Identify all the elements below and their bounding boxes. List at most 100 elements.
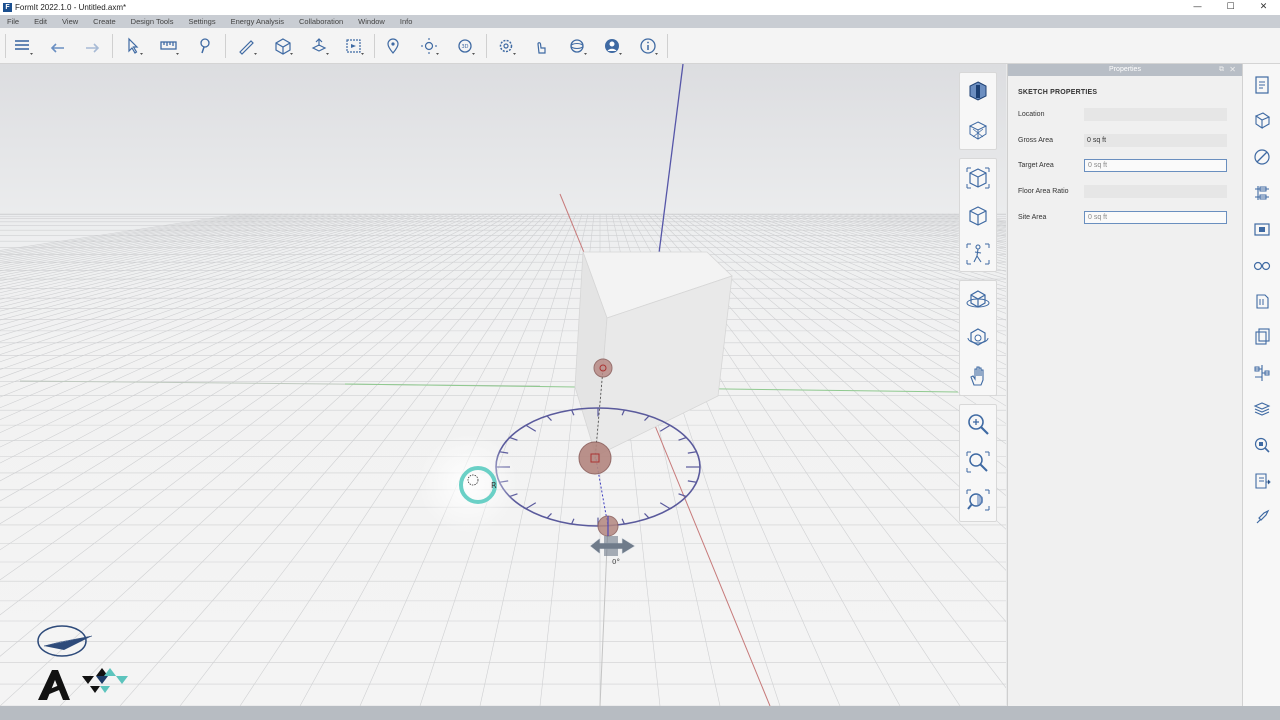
target-area-input[interactable]: 0 sq ft bbox=[1084, 159, 1227, 172]
select-icon bbox=[128, 37, 143, 55]
zoom-extents-button[interactable] bbox=[960, 443, 996, 481]
menu-collaboration[interactable]: Collaboration bbox=[299, 17, 343, 26]
zoom-button[interactable] bbox=[960, 405, 996, 443]
view-cube-panel bbox=[959, 72, 997, 150]
globe-icon bbox=[570, 39, 587, 55]
menu-file[interactable]: File bbox=[7, 17, 19, 26]
visual-styles-panel-button[interactable] bbox=[1251, 254, 1273, 276]
layers-button[interactable] bbox=[12, 36, 34, 56]
3d-viewport[interactable]: 0° R bbox=[0, 64, 1006, 706]
groups-panel-button[interactable] bbox=[1251, 326, 1273, 348]
sun-icon bbox=[421, 38, 439, 55]
materials-panel-button[interactable] bbox=[1251, 110, 1273, 132]
snap-label: R bbox=[491, 481, 497, 490]
stacked-layers-panel-button[interactable] bbox=[1251, 398, 1273, 420]
location-value bbox=[1084, 108, 1227, 121]
user-button[interactable] bbox=[601, 36, 623, 56]
site-area-input[interactable]: 0 sq ft bbox=[1084, 211, 1227, 224]
close-panel-button[interactable]: ✕ bbox=[1229, 64, 1236, 76]
property-label: Target Area bbox=[1018, 162, 1054, 169]
minimize-button[interactable]: — bbox=[1181, 0, 1214, 15]
svg-text:3D: 3D bbox=[462, 44, 469, 50]
measure-button[interactable] bbox=[158, 36, 180, 56]
info-button[interactable] bbox=[637, 36, 659, 56]
camera-icon bbox=[1254, 223, 1270, 236]
perspective-view-icon bbox=[966, 167, 990, 189]
touch-button[interactable] bbox=[530, 36, 552, 56]
cube-button[interactable] bbox=[272, 36, 294, 56]
components-icon bbox=[1256, 294, 1269, 309]
location-button[interactable] bbox=[382, 36, 404, 56]
floor-area-ratio-value bbox=[1084, 185, 1227, 198]
materials-icon bbox=[1254, 112, 1271, 130]
location-pin-icon bbox=[387, 38, 399, 54]
maximize-button[interactable]: ☐ bbox=[1214, 0, 1247, 15]
right-panel-toolbar bbox=[1242, 64, 1280, 706]
walk-button[interactable] bbox=[960, 235, 996, 273]
property-label: Floor Area Ratio bbox=[1018, 188, 1069, 195]
properties-panel: Properties ⧉ ✕ SKETCH PROPERTIES Locatio… bbox=[1007, 64, 1242, 706]
view-front-button[interactable] bbox=[960, 73, 996, 111]
grip-top[interactable] bbox=[593, 358, 613, 378]
camera-panel-button[interactable] bbox=[1251, 218, 1273, 240]
sketch-button[interactable] bbox=[236, 36, 258, 56]
menu-energy-analysis[interactable]: Energy Analysis bbox=[231, 17, 284, 26]
extrude-button[interactable] bbox=[308, 36, 330, 56]
select-button[interactable] bbox=[122, 36, 144, 56]
zoom-selection-button[interactable] bbox=[960, 481, 996, 519]
orbit-button[interactable] bbox=[960, 281, 996, 319]
cursor-glow bbox=[418, 434, 518, 534]
globe-button[interactable] bbox=[566, 36, 588, 56]
menu-window[interactable]: Window bbox=[358, 17, 385, 26]
redo-icon bbox=[86, 43, 100, 53]
properties-icon bbox=[1255, 76, 1269, 94]
toolbar-separator bbox=[374, 34, 375, 58]
redo-button[interactable] bbox=[81, 36, 103, 56]
groups-icon bbox=[1255, 328, 1270, 345]
undock-panel-button[interactable]: ⧉ bbox=[1219, 64, 1224, 76]
zoom-extents-icon bbox=[966, 451, 990, 473]
scenes-icon bbox=[1254, 149, 1270, 165]
rotation-center-grip[interactable] bbox=[578, 441, 612, 475]
scene-canvas: 0° R bbox=[0, 64, 1006, 706]
settings-button[interactable] bbox=[495, 36, 517, 56]
ortho-view-button[interactable] bbox=[960, 197, 996, 235]
look-around-button[interactable] bbox=[960, 319, 996, 357]
menu-info[interactable]: Info bbox=[400, 17, 413, 26]
close-button[interactable]: ✕ bbox=[1247, 0, 1280, 15]
plugins-panel-button[interactable] bbox=[1251, 506, 1273, 528]
components-panel-button[interactable] bbox=[1251, 290, 1273, 312]
pan-button[interactable] bbox=[960, 357, 996, 395]
levels-panel-button[interactable] bbox=[1251, 182, 1273, 204]
toolbar-separator bbox=[225, 34, 226, 58]
layers-panel-button[interactable] bbox=[1251, 362, 1273, 384]
menu-edit[interactable]: Edit bbox=[34, 17, 47, 26]
scripts-panel-button[interactable] bbox=[1251, 470, 1273, 492]
property-label: Location bbox=[1018, 111, 1045, 118]
menu-view[interactable]: View bbox=[62, 17, 78, 26]
undo-icon bbox=[50, 43, 64, 53]
menu-create[interactable]: Create bbox=[93, 17, 116, 26]
paint-button[interactable] bbox=[194, 36, 216, 56]
navigation-panel bbox=[959, 280, 997, 396]
property-row-site-area: Site Area 0 sq ft bbox=[1018, 211, 1228, 224]
properties-panel-button[interactable] bbox=[1251, 74, 1273, 96]
toolbar-separator bbox=[486, 34, 487, 58]
search-panel-button[interactable] bbox=[1251, 434, 1273, 456]
scripts-icon bbox=[1255, 473, 1271, 489]
render-mode-button[interactable]: 3D bbox=[454, 36, 476, 56]
property-row-gross-area: Gross Area 0 sq ft bbox=[1018, 134, 1228, 147]
visual-styles-icon bbox=[1253, 261, 1271, 271]
undo-button[interactable] bbox=[47, 36, 69, 56]
menu-settings[interactable]: Settings bbox=[188, 17, 215, 26]
group-icon bbox=[346, 39, 364, 55]
scenes-panel-button[interactable] bbox=[1251, 146, 1273, 168]
group-button[interactable] bbox=[343, 36, 365, 56]
settings-gear-icon bbox=[499, 39, 516, 55]
layers-icon bbox=[15, 40, 33, 55]
perspective-view-button[interactable] bbox=[960, 159, 996, 197]
menu-design-tools[interactable]: Design Tools bbox=[131, 17, 174, 26]
sun-button[interactable] bbox=[418, 36, 440, 56]
status-bar bbox=[0, 706, 1280, 720]
view-top-button[interactable] bbox=[960, 111, 996, 149]
